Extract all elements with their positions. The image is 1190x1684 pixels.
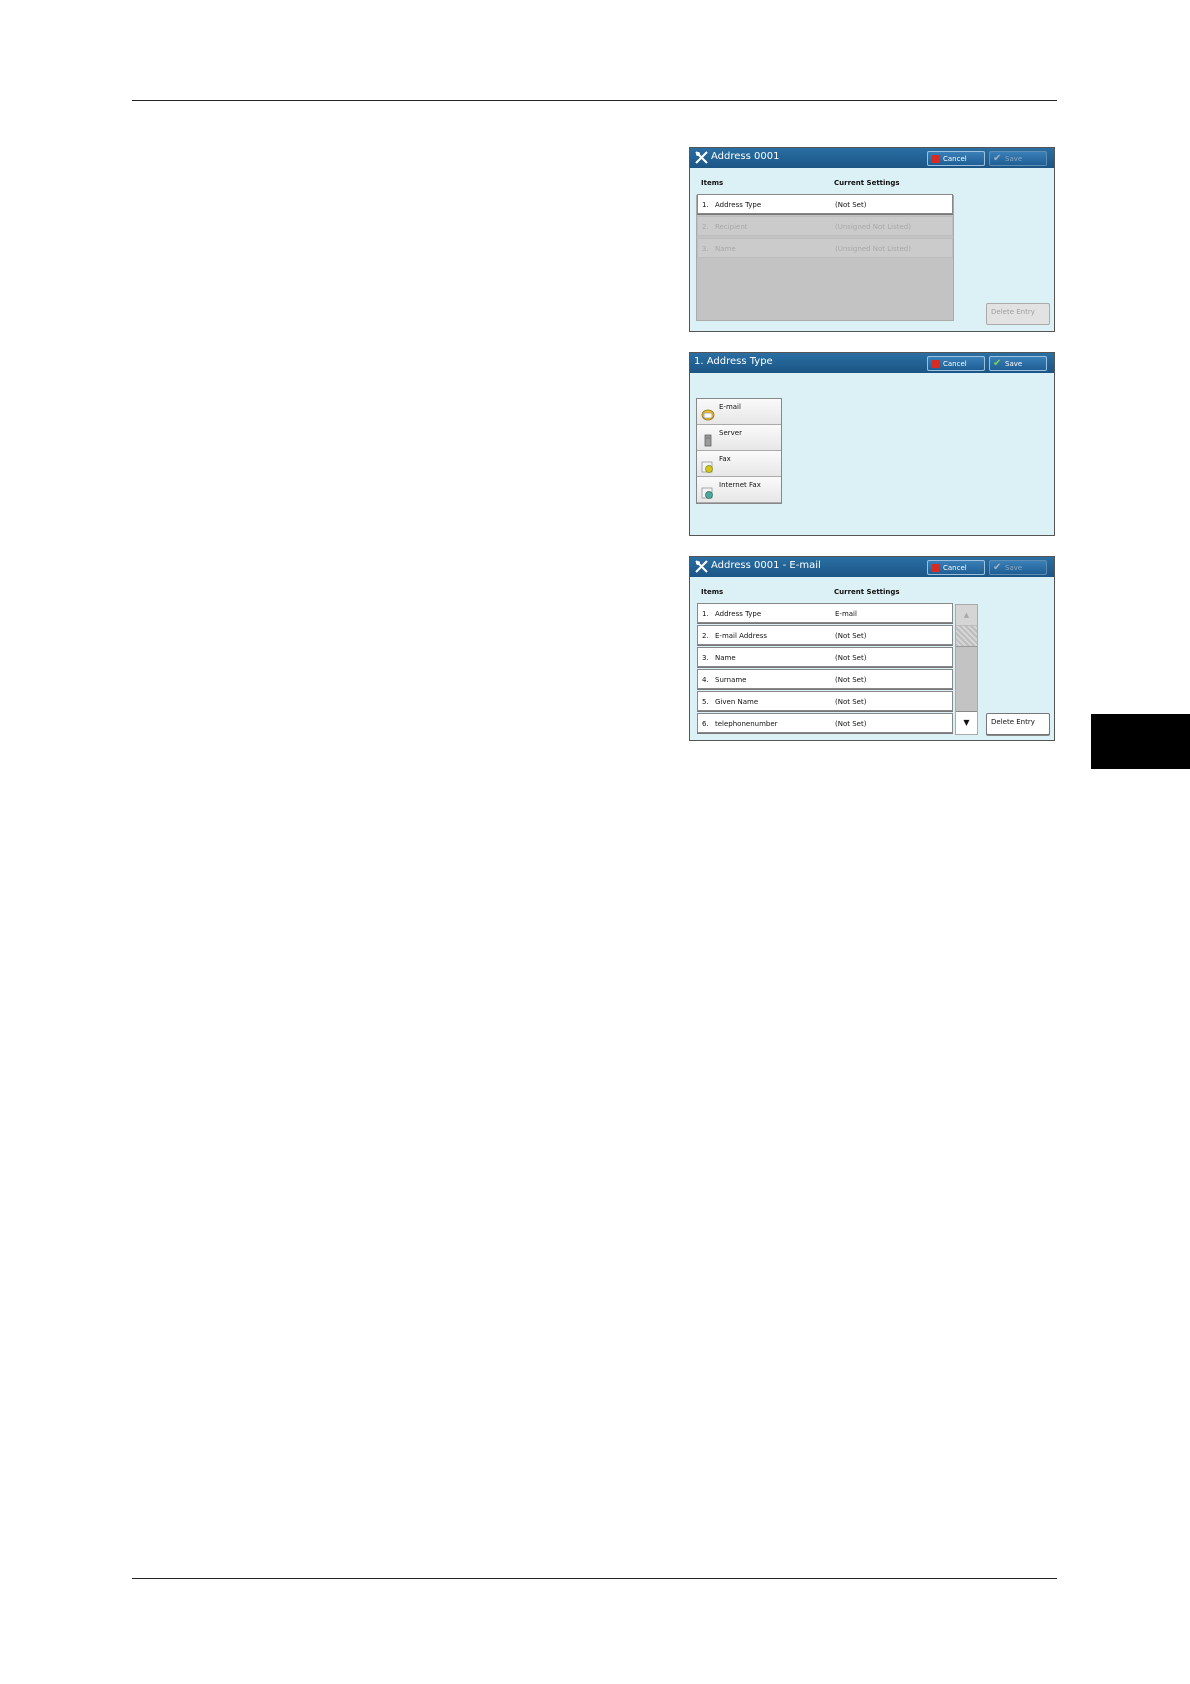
title-bar: Address 0001 Cancel ✔ Save [690, 148, 1054, 168]
scroll-thumb[interactable] [956, 626, 977, 647]
server-icon [704, 434, 712, 447]
checkmark-icon: ✔ [993, 358, 1002, 369]
current-settings-column-header: Current Settings [834, 588, 900, 596]
scroll-down-button[interactable]: ▼ [956, 711, 977, 734]
address-entry-screen: Address 0001 Cancel ✔ Save Items Current … [689, 147, 1055, 332]
screen-title: Address 0001 - E-mail [711, 560, 821, 571]
address-type-screen: 1. Address Type Cancel ✔ Save E-mail Serv… [689, 352, 1055, 536]
cancel-button[interactable]: Cancel [927, 151, 985, 166]
save-button[interactable]: ✔ Save [989, 151, 1047, 166]
list-item[interactable]: 2. E-mail Address (Not Set) [697, 625, 953, 645]
title-bar: Address 0001 - E-mail Cancel ✔ Save [690, 557, 1054, 577]
current-settings-column-header: Current Settings [834, 179, 900, 187]
list-item[interactable]: 6. telephonenumber (Not Set) [697, 713, 953, 733]
chapter-tab-marker [1091, 714, 1190, 769]
footer-rule [132, 1578, 1057, 1579]
save-button[interactable]: ✔ Save [989, 560, 1047, 575]
list-item[interactable]: 4. Surname (Not Set) [697, 669, 953, 689]
list-item: 3. Name (Unsigned Not Listed) [697, 238, 953, 258]
items-column-header: Items [701, 179, 724, 187]
screen-title: 1. Address Type [694, 356, 773, 367]
scrollbar[interactable]: ▲ ▼ [955, 604, 978, 735]
items-column-header: Items [701, 588, 724, 596]
list-item[interactable]: 1. Address Type (Not Set) [697, 194, 953, 214]
fax-icon [701, 461, 713, 473]
address-type-list: E-mail Server Fax Internet Fax [696, 398, 782, 504]
cancel-button[interactable]: Cancel [927, 560, 985, 575]
header-rule [132, 100, 1057, 101]
scroll-up-button[interactable]: ▲ [956, 605, 977, 626]
cancel-icon [932, 564, 940, 572]
tools-icon [695, 560, 708, 573]
email-icon [701, 409, 715, 421]
list-item: 2. Recipient (Unsigned Not Listed) [697, 216, 953, 236]
title-bar: 1. Address Type Cancel ✔ Save [690, 353, 1054, 373]
screen-title: Address 0001 [711, 151, 780, 162]
internet-fax-icon [701, 487, 713, 499]
checkmark-icon: ✔ [993, 562, 1002, 573]
address-email-screen: Address 0001 - E-mail Cancel ✔ Save Items… [689, 556, 1055, 741]
cancel-icon [932, 360, 940, 368]
list-item[interactable]: 1. Address Type E-mail [697, 603, 953, 623]
type-option-internet-fax[interactable]: Internet Fax [697, 477, 781, 503]
type-option-fax[interactable]: Fax [697, 451, 781, 477]
cancel-button[interactable]: Cancel [927, 356, 985, 371]
checkmark-icon: ✔ [993, 153, 1002, 164]
save-button[interactable]: ✔ Save [989, 356, 1047, 371]
list-item[interactable]: 3. Name (Not Set) [697, 647, 953, 667]
type-option-server[interactable]: Server [697, 425, 781, 451]
delete-entry-button[interactable]: Delete Entry [986, 713, 1050, 735]
list-item[interactable]: 5. Given Name (Not Set) [697, 691, 953, 711]
delete-entry-button[interactable]: Delete Entry [986, 303, 1050, 325]
type-option-email[interactable]: E-mail [697, 399, 781, 425]
tools-icon [695, 151, 708, 164]
cancel-icon [932, 155, 940, 163]
